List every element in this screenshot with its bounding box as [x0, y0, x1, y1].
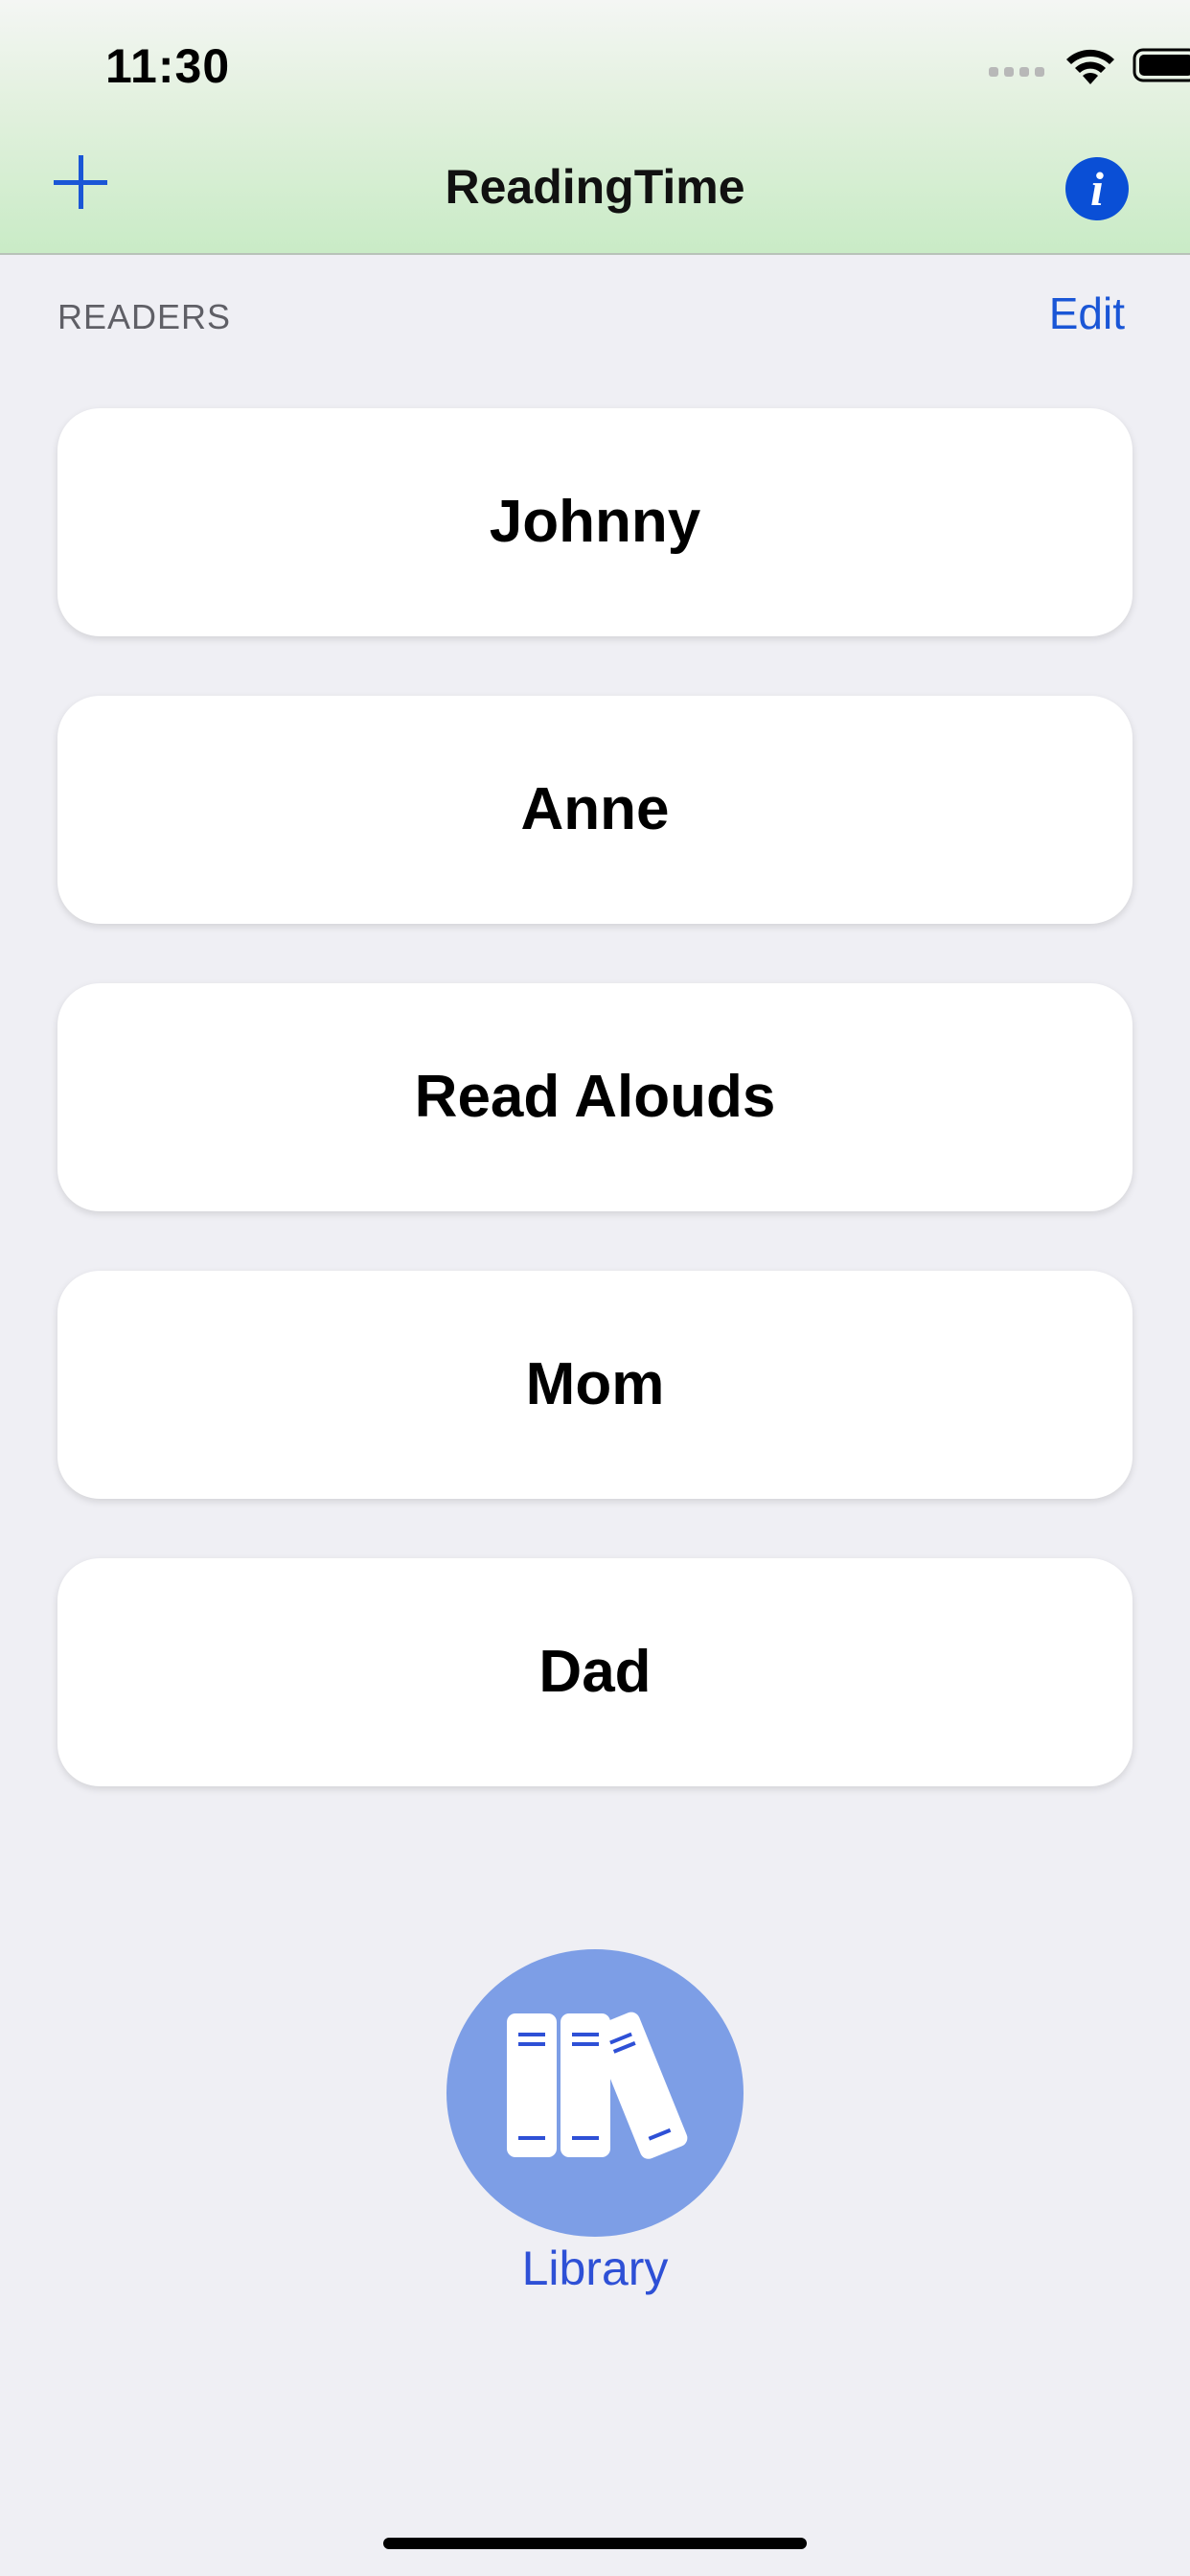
library-button[interactable]	[446, 1949, 744, 2237]
battery-icon	[1133, 48, 1190, 82]
reader-card-anne[interactable]: Anne	[57, 696, 1133, 924]
reader-card-dad[interactable]: Dad	[57, 1558, 1133, 1786]
wifi-icon	[1066, 49, 1114, 84]
reader-name: Johnny	[489, 489, 701, 555]
books-icon	[507, 2012, 688, 2159]
reader-card-johnny[interactable]: Johnny	[57, 408, 1133, 636]
cellular-signal-icon	[989, 67, 1046, 77]
reader-name: Anne	[520, 776, 670, 842]
info-icon[interactable]: i	[1065, 157, 1129, 220]
readers-list: Johnny Anne Read Alouds Mom Dad	[57, 408, 1133, 1846]
library-label[interactable]: Library	[0, 2241, 1190, 2296]
reader-card-read-alouds[interactable]: Read Alouds	[57, 983, 1133, 1211]
status-time: 11:30	[105, 39, 231, 93]
readers-section-label: READERS	[57, 297, 232, 336]
reader-name: Read Alouds	[414, 1064, 776, 1130]
home-indicator[interactable]	[383, 2538, 807, 2549]
reader-name: Dad	[538, 1639, 652, 1705]
navigation-bar: 11:30 ReadingTime i	[0, 0, 1190, 255]
page-title: ReadingTime	[445, 160, 745, 214]
edit-button[interactable]: Edit	[1049, 288, 1125, 339]
reader-name: Mom	[525, 1351, 665, 1417]
reader-card-mom[interactable]: Mom	[57, 1271, 1133, 1499]
